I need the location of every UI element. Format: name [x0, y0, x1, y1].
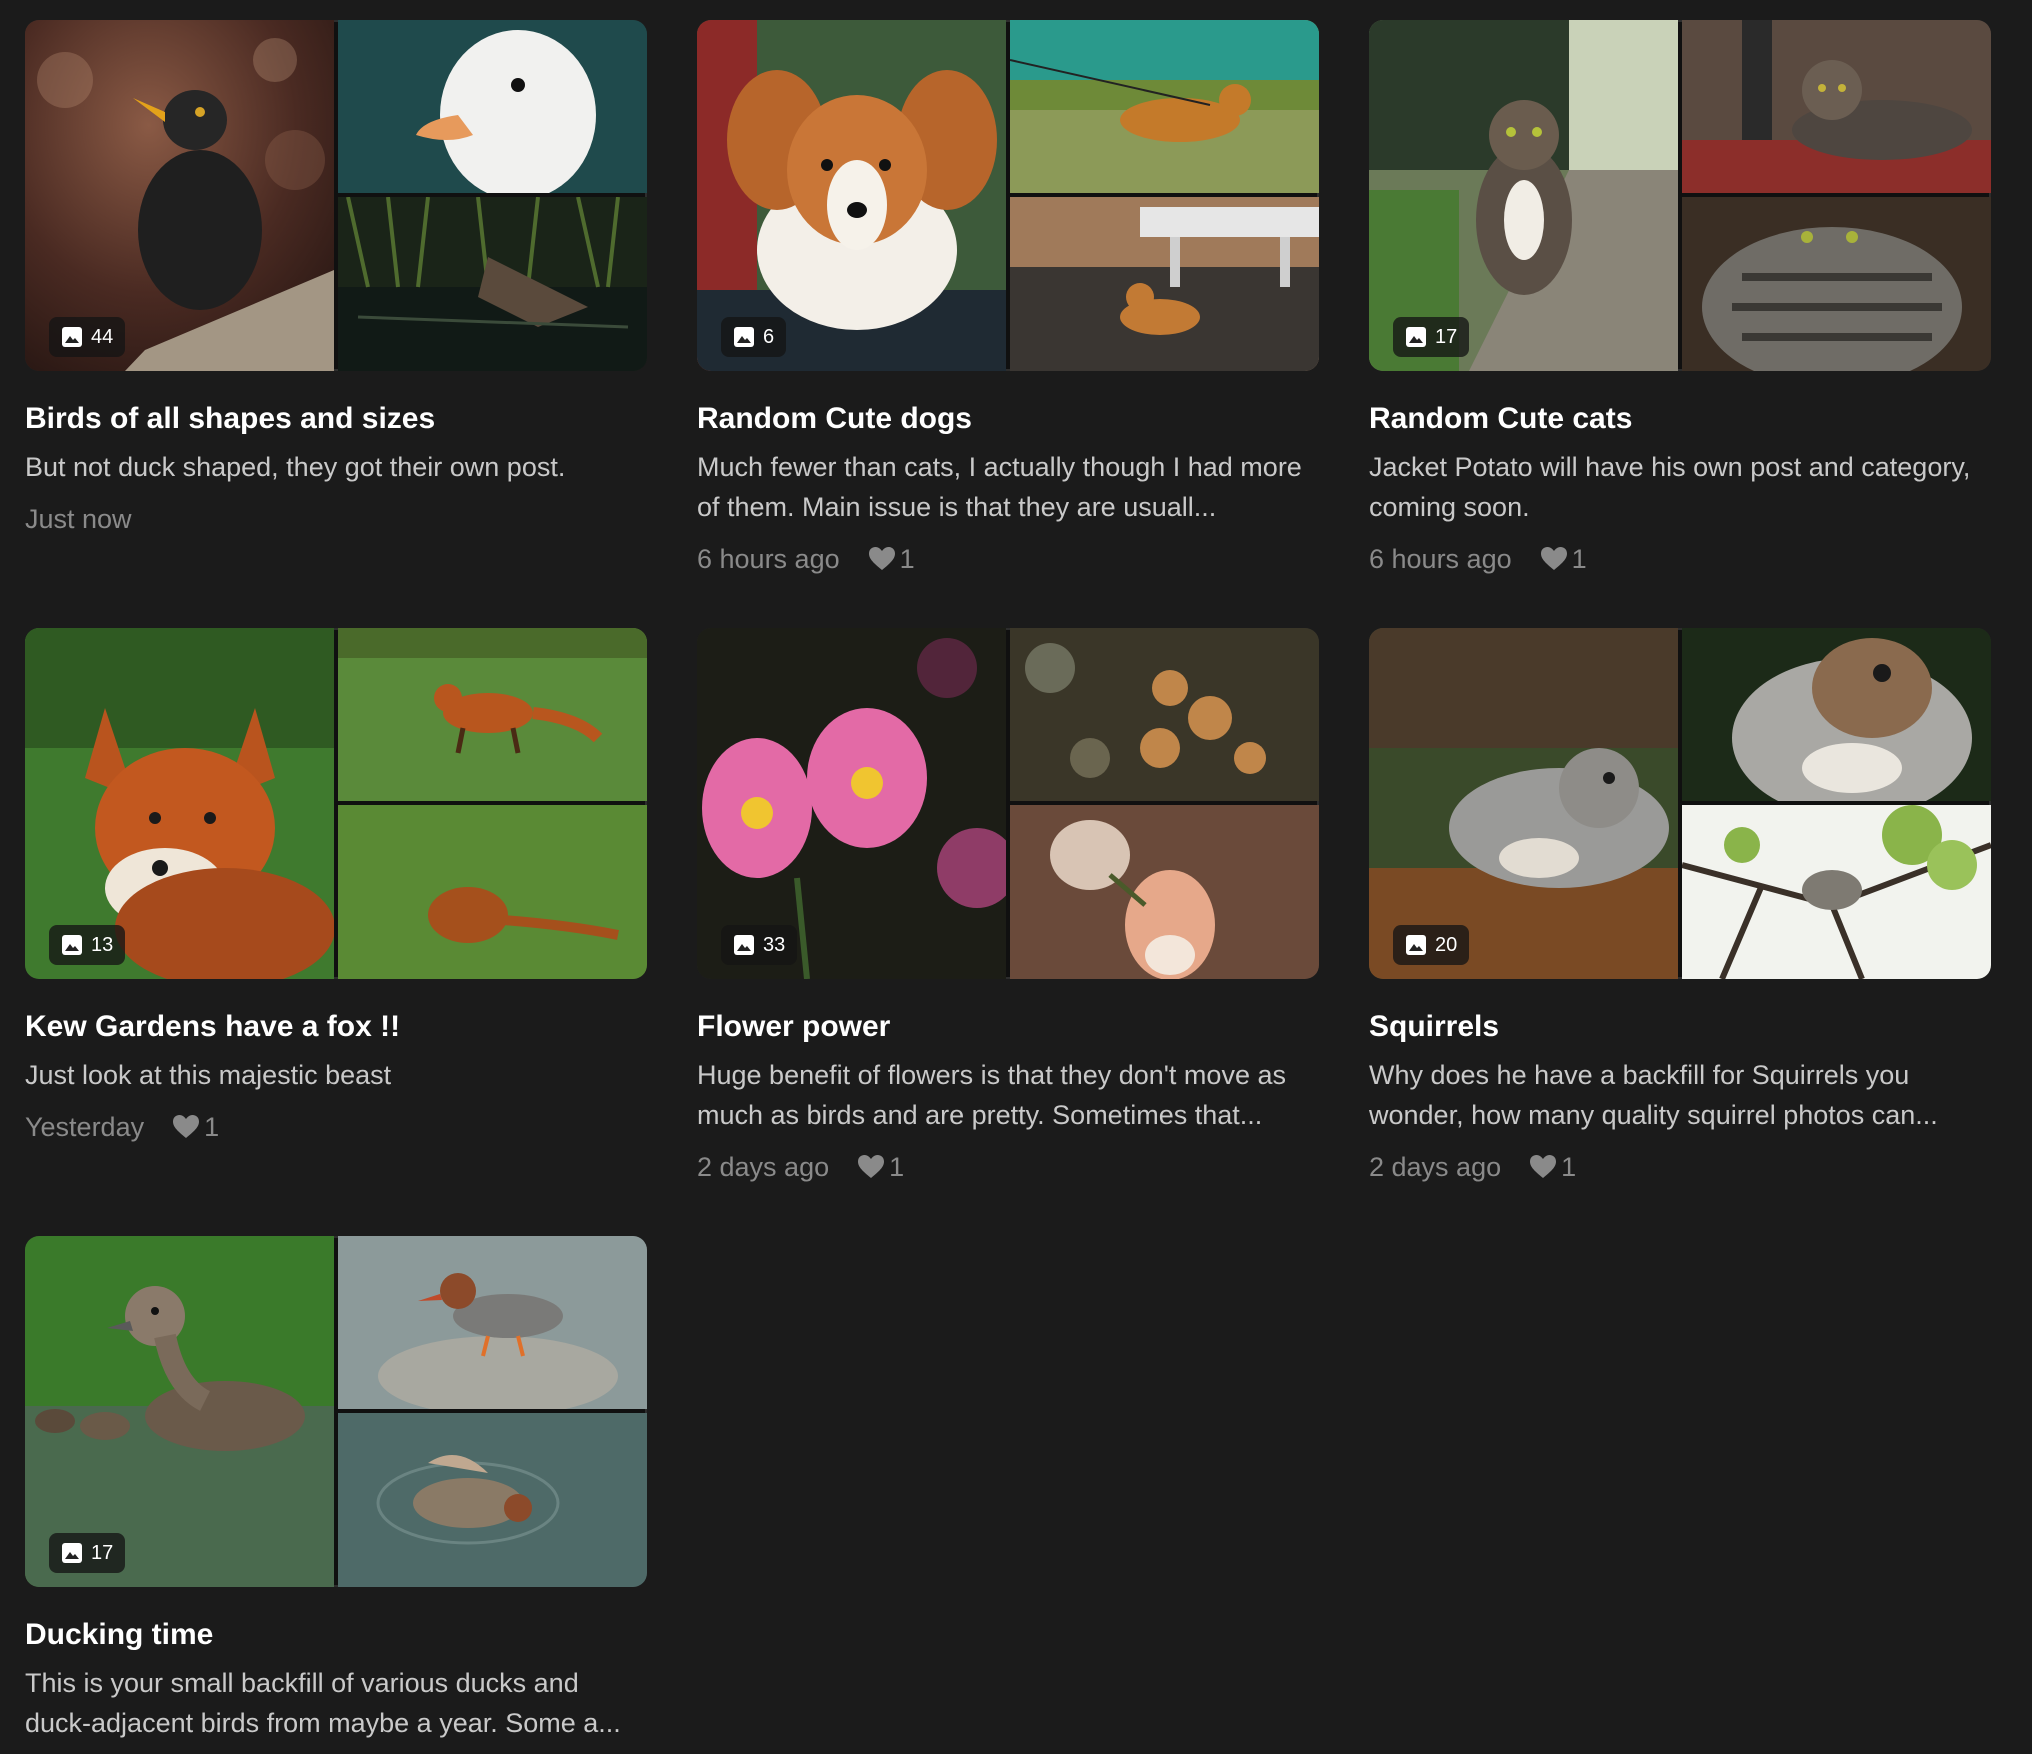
- photo-count: 44: [91, 325, 114, 348]
- photo-thumbnail-merganser-rock[interactable]: [338, 1236, 647, 1409]
- photo-thumbnail-tabby-cat[interactable]: [1682, 197, 1991, 371]
- post-title[interactable]: Random Cute cats: [1369, 401, 1991, 437]
- photo-count-badge: 33: [721, 925, 798, 965]
- like-count: 1: [889, 1152, 905, 1182]
- post-time: Yesterday: [25, 1112, 145, 1142]
- post-description: Huge benefit of flowers is that they don…: [697, 1060, 1286, 1130]
- photo-count-badge: 44: [49, 317, 126, 357]
- photo-count: 17: [1435, 325, 1458, 348]
- post-card[interactable]: 17 Ducking time This is your small backf…: [25, 1236, 647, 1743]
- post-description: Just look at this majestic beast: [25, 1060, 392, 1090]
- like-counter[interactable]: 1: [857, 1149, 904, 1185]
- photo-thumbnail-squirrel-tree[interactable]: [1682, 805, 1991, 979]
- photo-collage[interactable]: 17: [25, 1236, 647, 1587]
- image-icon: [733, 326, 755, 348]
- photo-collage[interactable]: 20: [1369, 628, 1991, 979]
- photo-count-badge: 20: [1393, 925, 1470, 965]
- post-description: Jacket Potato will have his own post and…: [1369, 452, 1971, 522]
- post-time: 2 days ago: [697, 1152, 830, 1182]
- post-meta: Just now: [25, 501, 647, 537]
- post-meta: Yesterday 1: [25, 1109, 647, 1145]
- photo-count-badge: 6: [721, 317, 787, 357]
- post-title[interactable]: Birds of all shapes and sizes: [25, 401, 647, 437]
- photo-collage[interactable]: 33: [697, 628, 1319, 979]
- post-description: This is your small backfill of various d…: [25, 1668, 621, 1738]
- photo-count-badge: 17: [1393, 317, 1470, 357]
- photo-thumbnail-merganser-water[interactable]: [338, 1413, 647, 1587]
- heart-icon: [1540, 546, 1568, 572]
- post-time: 6 hours ago: [1369, 544, 1512, 574]
- post-time: Just now: [25, 504, 132, 534]
- heart-icon: [1529, 1154, 1557, 1180]
- like-count: 1: [204, 1112, 220, 1142]
- photo-thumbnail-heron[interactable]: [338, 197, 647, 371]
- photo-thumbnail-shiba[interactable]: [1010, 197, 1319, 371]
- heart-icon: [857, 1154, 885, 1180]
- post-title[interactable]: Random Cute dogs: [697, 401, 1319, 437]
- post-card[interactable]: 44 Birds of all shapes and sizes But not…: [25, 20, 647, 537]
- photo-thumbnail-goose[interactable]: [338, 20, 647, 193]
- post-meta: 6 hours ago 1: [1369, 541, 1991, 577]
- photo-collage[interactable]: 17: [1369, 20, 1991, 371]
- photo-count-badge: 17: [49, 1533, 126, 1573]
- like-counter[interactable]: 1: [172, 1109, 219, 1145]
- photo-thumbnail-fox-lying[interactable]: [338, 805, 647, 979]
- photo-collage[interactable]: 44: [25, 20, 647, 371]
- post-card[interactable]: 20 Squirrels Why does he have a backfill…: [1369, 628, 1991, 1185]
- post-title[interactable]: Ducking time: [25, 1617, 647, 1653]
- post-time: 6 hours ago: [697, 544, 840, 574]
- post-title[interactable]: Flower power: [697, 1009, 1319, 1045]
- like-count: 1: [1571, 544, 1587, 574]
- post-card[interactable]: 6 Random Cute dogs Much fewer than cats,…: [697, 20, 1319, 577]
- post-meta: 2 days ago 1: [1369, 1149, 1991, 1185]
- photo-count: 13: [91, 933, 114, 956]
- photo-thumbnail-corgi-leash[interactable]: [1010, 20, 1319, 193]
- photo-thumbnail-fox-standing[interactable]: [338, 628, 647, 801]
- like-counter[interactable]: 1: [1529, 1149, 1576, 1185]
- photo-count: 17: [91, 1541, 114, 1564]
- like-counter[interactable]: 1: [868, 541, 915, 577]
- post-description: Much fewer than cats, I actually though …: [697, 452, 1302, 522]
- photo-thumbnail-dried-flowers[interactable]: [1010, 628, 1319, 801]
- post-card[interactable]: 33 Flower power Huge benefit of flowers …: [697, 628, 1319, 1185]
- photo-count-badge: 13: [49, 925, 126, 965]
- post-description: Why does he have a backfill for Squirrel…: [1369, 1060, 1938, 1130]
- photo-thumbnail-squirrel-closeup[interactable]: [1682, 628, 1991, 801]
- photo-count: 20: [1435, 933, 1458, 956]
- photo-count: 33: [763, 933, 786, 956]
- image-icon: [733, 934, 755, 956]
- post-card[interactable]: 13 Kew Gardens have a fox !! Just look a…: [25, 628, 647, 1145]
- post-description: But not duck shaped, they got their own …: [25, 452, 566, 482]
- image-icon: [1405, 934, 1427, 956]
- post-time: 2 days ago: [1369, 1152, 1502, 1182]
- post-title[interactable]: Squirrels: [1369, 1009, 1991, 1045]
- post-title[interactable]: Kew Gardens have a fox !!: [25, 1009, 647, 1045]
- heart-icon: [868, 546, 896, 572]
- photo-count: 6: [763, 325, 775, 348]
- like-count: 1: [1561, 1152, 1577, 1182]
- image-icon: [61, 326, 83, 348]
- photo-collage[interactable]: 6: [697, 20, 1319, 371]
- post-card[interactable]: 17 Random Cute cats Jacket Potato will h…: [1369, 20, 1991, 577]
- photo-collage[interactable]: 13: [25, 628, 647, 979]
- post-grid: 44 Birds of all shapes and sizes But not…: [0, 0, 2032, 1754]
- image-icon: [61, 1542, 83, 1564]
- post-meta: 2 days ago 1: [697, 1149, 1319, 1185]
- photo-thumbnail-cat-lounging[interactable]: [1682, 20, 1991, 193]
- heart-icon: [172, 1114, 200, 1140]
- photo-thumbnail-flower-buds[interactable]: [1010, 805, 1319, 979]
- image-icon: [61, 934, 83, 956]
- post-meta: 6 hours ago 1: [697, 541, 1319, 577]
- like-counter[interactable]: 1: [1540, 541, 1587, 577]
- image-icon: [1405, 326, 1427, 348]
- like-count: 1: [899, 544, 915, 574]
